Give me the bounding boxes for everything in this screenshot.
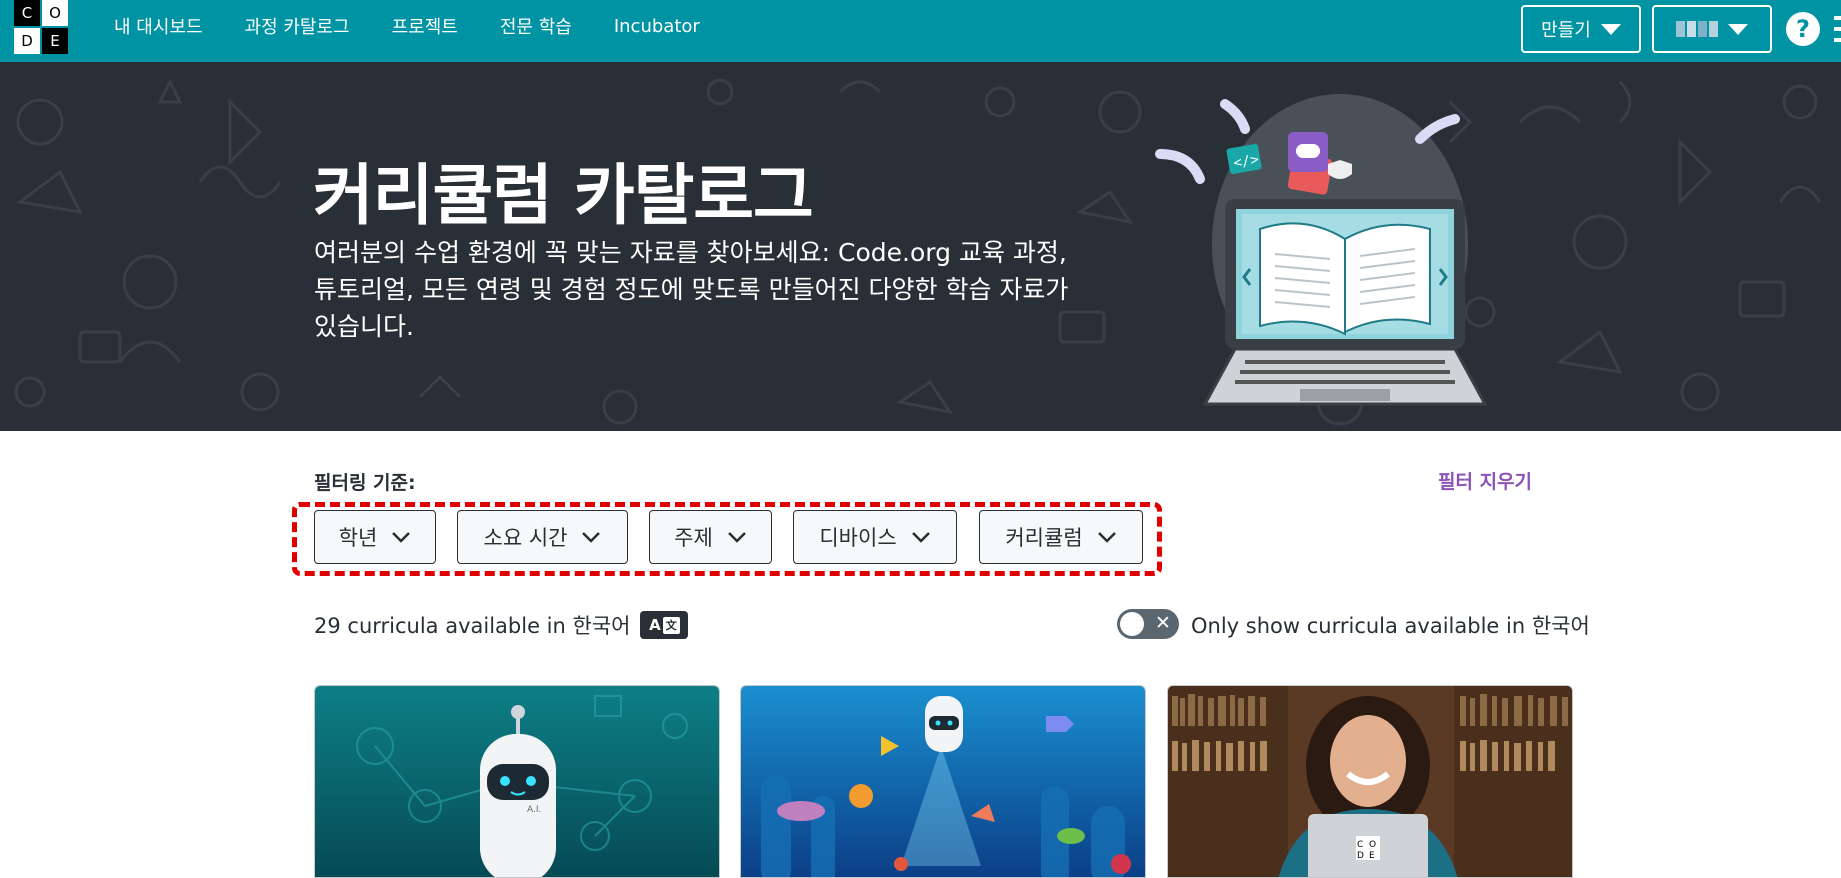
ai-robot-illustration: A.I. xyxy=(315,686,719,877)
nav-my-dashboard[interactable]: 내 대시보드 xyxy=(114,13,203,39)
curriculum-card-ai-robot[interactable]: A.I. xyxy=(314,685,720,878)
nav-incubator[interactable]: Incubator xyxy=(614,16,700,37)
translate-icon: A 文 xyxy=(640,611,689,639)
main-nav: 내 대시보드 과정 카탈로그 프로젝트 전문 학습 Incubator xyxy=(114,0,700,52)
close-icon: ✕ xyxy=(1155,612,1171,634)
chevron-down-icon xyxy=(392,532,411,543)
filter-topic-label: 주제 xyxy=(674,526,713,550)
logo-letter-d: D xyxy=(14,28,40,54)
curricula-count-row: 29 curricula available in 한국어 A 文 xyxy=(314,610,689,640)
filter-device-label: 디바이스 xyxy=(819,526,897,550)
logo-letter-o: O xyxy=(42,0,68,26)
svg-text:A.I.: A.I. xyxy=(527,805,541,815)
logo-letter-c: C xyxy=(14,0,40,26)
page-description: 여러분의 수업 환경에 꼭 맞는 자료를 찾아보세요: Code.org 교육 … xyxy=(314,238,1069,341)
nav-professional-learning[interactable]: 전문 학습 xyxy=(500,13,572,39)
filter-topic-dropdown[interactable]: 주제 xyxy=(649,510,772,564)
filter-device-dropdown[interactable]: 디바이스 xyxy=(793,510,957,564)
translate-icon-latin: A xyxy=(649,616,661,634)
laptop-logo-o: O xyxy=(1369,840,1376,850)
filter-curriculum-dropdown[interactable]: 커리큘럼 xyxy=(979,510,1143,564)
page-title: 커리큘럼 카탈로그 xyxy=(313,157,814,234)
filter-by-label: 필터링 기준: xyxy=(314,472,416,494)
create-menu-button[interactable]: 만들기 xyxy=(1521,5,1641,53)
filter-curriculum-label: 커리큘럼 xyxy=(1005,526,1083,550)
laptop-logo-c: C xyxy=(1357,840,1363,850)
laptop-logo-e: E xyxy=(1369,851,1375,861)
language-filter-toggle[interactable]: ✕ xyxy=(1117,609,1179,639)
toggle-knob xyxy=(1120,612,1144,636)
clear-filters-link[interactable]: 필터 지우기 xyxy=(1438,467,1532,494)
user-name-redacted xyxy=(1676,21,1718,37)
caret-down-icon xyxy=(1600,23,1621,35)
language-filter-toggle-label: Only show curricula available in 한국어 xyxy=(1191,614,1590,638)
translate-icon-cjk: 文 xyxy=(662,616,680,634)
hamburger-menu-icon[interactable] xyxy=(1834,16,1841,42)
laptop-book-illustration: </> xyxy=(1155,94,1488,406)
laptop-logo-d: D xyxy=(1357,851,1364,861)
nav-course-catalog[interactable]: 과정 카탈로그 xyxy=(245,13,350,39)
filter-grade-dropdown[interactable]: 학년 xyxy=(314,510,436,564)
logo-letter-e: E xyxy=(42,28,68,54)
nav-projects[interactable]: 프로젝트 xyxy=(392,13,458,39)
chevron-down-icon xyxy=(1097,532,1116,543)
caret-down-icon xyxy=(1728,23,1748,35)
ai-ocean-robot-illustration xyxy=(741,686,1145,877)
chevron-down-icon xyxy=(582,532,601,543)
hero-banner: 커리큘럼 카탈로그 여러분의 수업 환경에 꼭 맞는 자료를 찾아보세요: Co… xyxy=(0,62,1841,431)
filter-grade-label: 학년 xyxy=(338,526,378,550)
curricula-count-text: 29 curricula available in 한국어 xyxy=(314,614,631,638)
curriculum-card-ai-ocean[interactable] xyxy=(740,685,1146,878)
filter-duration-label: 소요 시간 xyxy=(483,526,568,550)
top-navigation-bar: C O D E 내 대시보드 과정 카탈로그 프로젝트 전문 학습 Incuba… xyxy=(0,0,1841,62)
user-menu-button[interactable] xyxy=(1652,5,1772,53)
help-icon[interactable]: ? xyxy=(1786,12,1820,46)
filter-duration-dropdown[interactable]: 소요 시간 xyxy=(457,510,628,564)
teacher-with-laptop-photo: C O D E xyxy=(1168,686,1572,877)
chevron-down-icon xyxy=(727,532,746,543)
create-menu-label: 만들기 xyxy=(1541,20,1591,41)
curriculum-card-teacher[interactable]: C O D E xyxy=(1167,685,1573,878)
chevron-down-icon xyxy=(911,532,930,543)
code-org-logo[interactable]: C O D E xyxy=(14,0,70,56)
